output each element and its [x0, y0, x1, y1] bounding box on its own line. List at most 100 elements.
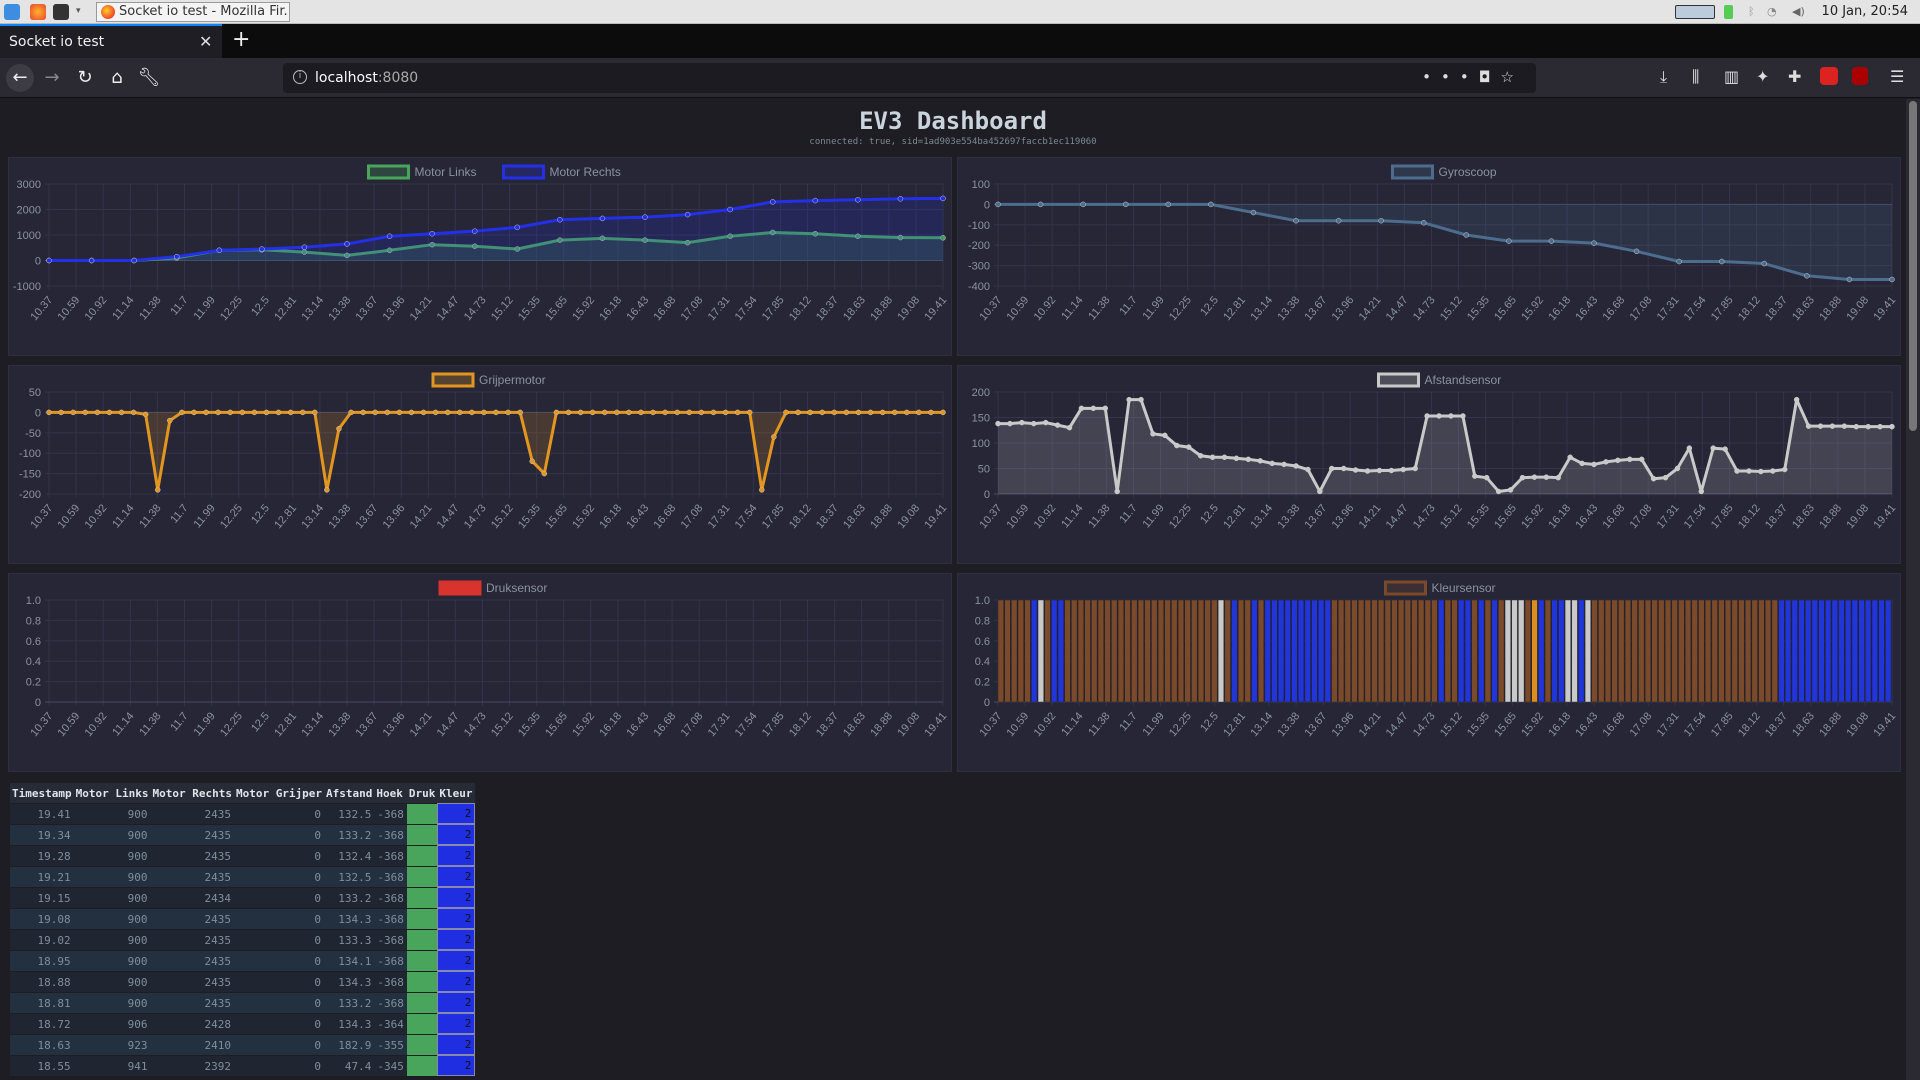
data-point: [819, 409, 825, 416]
color-bar: [1578, 599, 1585, 703]
chart-gyroscoop: 100 0 -100 -200 -300 -400 10.37 10.59 10.92 11.14…: [957, 157, 1901, 356]
extension-icon-2[interactable]: ✚: [1788, 67, 1801, 86]
x-tick-label: 10.92: [83, 710, 110, 739]
table-cell: 2434: [150, 887, 234, 908]
data-point: [457, 409, 463, 416]
data-point: [1054, 422, 1061, 428]
table-header-cell[interactable]: Hoek: [374, 783, 407, 803]
data-point: [469, 409, 475, 416]
table-cell: -368: [374, 824, 407, 845]
data-point: [759, 487, 765, 493]
x-tick-label: 13.67: [353, 710, 380, 739]
data-point: [1122, 201, 1129, 208]
more-actions-icon[interactable]: •••: [1422, 68, 1479, 86]
back-icon[interactable]: ←: [6, 64, 34, 92]
x-tick-label: 13.38: [326, 710, 353, 739]
y-tick-label: 50: [29, 387, 41, 399]
table-cell: 0: [233, 1055, 325, 1076]
data-point: [746, 409, 753, 416]
x-tick-label: 13.38: [1275, 502, 1302, 531]
data-point: [191, 409, 197, 416]
table-header-cell[interactable]: Motor Links: [73, 783, 151, 803]
home-icon[interactable]: ⌂: [105, 66, 129, 90]
x-tick-label: 17.31: [706, 294, 733, 323]
table-cell: 2: [437, 1013, 476, 1034]
close-tab-icon[interactable]: ✕: [199, 32, 212, 51]
table-cell: [406, 824, 438, 845]
wrench-icon[interactable]: 🔧︎: [137, 66, 161, 90]
battery-icon[interactable]: [1724, 5, 1733, 19]
x-tick-label: 16.43: [624, 710, 651, 739]
table-row: 18.72 906 2428 0 134.3 -364 2: [10, 1013, 476, 1034]
table-header-cell[interactable]: Timestamp: [10, 783, 74, 803]
launcher-dropdown-icon[interactable]: ▾: [76, 6, 81, 16]
data-point: [1829, 423, 1836, 429]
x-tick-label: 13.96: [381, 294, 408, 323]
url-bar[interactable]: i localhost:8080 •••◘☆: [283, 63, 1536, 93]
table-header-cell[interactable]: Druk: [406, 783, 438, 803]
table-cell: 900: [73, 992, 151, 1013]
x-tick-label: 17.85: [760, 294, 787, 323]
reload-icon[interactable]: ↻: [73, 66, 97, 90]
app-menu-icon[interactable]: [4, 4, 20, 20]
table-cell: 941: [73, 1055, 151, 1076]
workspace-switcher-icon[interactable]: [1675, 5, 1715, 19]
downloads-icon[interactable]: ⤓: [1660, 67, 1667, 87]
table-cell: 18.72: [10, 1013, 74, 1034]
y-tick-label: 1.0: [26, 595, 41, 607]
color-bar: [1524, 599, 1531, 703]
data-point: [58, 409, 64, 416]
table-header-cell[interactable]: Afstand: [324, 783, 375, 803]
adblock-icon[interactable]: [1820, 67, 1838, 85]
table-cell: -345: [374, 1055, 407, 1076]
data-point: [131, 257, 137, 264]
x-tick-label: 19.41: [1871, 294, 1898, 323]
data-point: [1781, 466, 1788, 473]
data-point: [1424, 413, 1430, 419]
data-point: [1555, 474, 1561, 481]
terminal-launcher-icon[interactable]: [53, 4, 69, 20]
firefox-launcher-icon[interactable]: [30, 4, 46, 20]
extension-icon[interactable]: ✦: [1756, 67, 1769, 86]
forward-icon[interactable]: →: [40, 66, 64, 90]
bookmark-star-icon[interactable]: ☆: [1501, 68, 1524, 86]
x-tick-label: 16.43: [1573, 710, 1600, 739]
bluetooth-icon[interactable]: ᛒ: [1748, 5, 1758, 19]
x-tick-label: 10.92: [1032, 502, 1059, 531]
x-tick-label: 14.47: [435, 294, 462, 323]
data-point: [807, 409, 813, 416]
color-bar: [1825, 599, 1832, 703]
clock[interactable]: 10 Jan, 20:54: [1822, 4, 1908, 19]
color-bar: [1584, 599, 1591, 703]
x-tick-label: 11.14: [110, 294, 136, 322]
pocket-icon[interactable]: ◘: [1479, 68, 1501, 86]
data-point: [167, 417, 173, 424]
data-point: [360, 409, 366, 416]
ublock-icon[interactable]: [1852, 67, 1868, 85]
site-info-icon[interactable]: i: [293, 70, 307, 84]
hamburger-menu-icon[interactable]: ☰: [1890, 67, 1904, 86]
taskbar-window-button[interactable]: Socket io test - Mozilla Fir...: [96, 2, 290, 22]
x-tick-label: 14.21: [408, 294, 435, 323]
x-tick-label: 16.43: [624, 502, 651, 531]
table-header-cell[interactable]: Motor Rechts: [150, 783, 234, 803]
page-scrollbar[interactable]: [1906, 99, 1920, 1080]
x-tick-label: 12.81: [272, 502, 299, 531]
table-header-cell[interactable]: Motor Grijper: [233, 783, 325, 803]
x-tick-label: 12.5: [1198, 294, 1221, 318]
data-point: [1758, 468, 1764, 475]
data-point: [88, 257, 95, 264]
table-header-cell[interactable]: Kleur: [437, 783, 476, 803]
color-bar: [1678, 599, 1685, 703]
library-icon[interactable]: ⫼: [1692, 67, 1699, 87]
sidebar-icon[interactable]: ▥: [1724, 67, 1739, 86]
volume-icon[interactable]: ◀): [1792, 5, 1808, 19]
wifi-icon[interactable]: ◔: [1767, 5, 1783, 19]
color-bar: [1838, 599, 1845, 703]
table-cell: 2410: [150, 1034, 234, 1055]
new-tab-icon[interactable]: +: [232, 27, 250, 52]
tab-active[interactable]: Socket io test ✕: [0, 24, 222, 58]
scrollbar-thumb[interactable]: [1909, 101, 1917, 431]
color-bar: [1851, 599, 1858, 703]
x-tick-label: 15.35: [516, 710, 543, 739]
